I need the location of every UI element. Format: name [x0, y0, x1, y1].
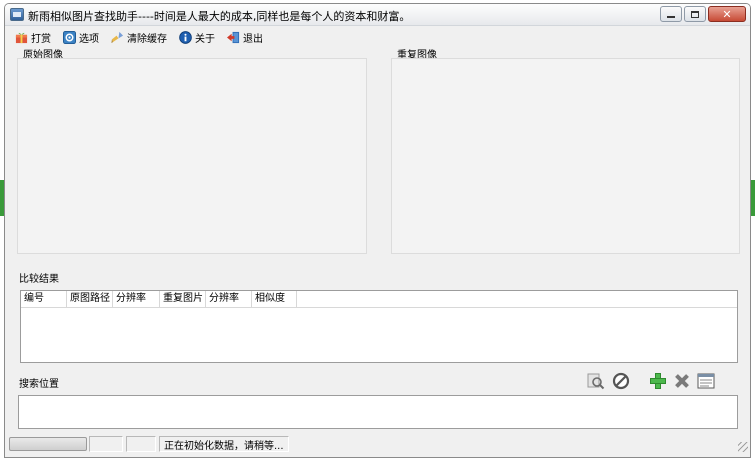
- column-header-original-path[interactable]: 原图路径: [67, 291, 113, 308]
- column-header-similarity[interactable]: 相似度: [252, 291, 297, 308]
- progress-bar: [9, 437, 87, 451]
- resize-grip[interactable]: [738, 442, 748, 452]
- close-button[interactable]: ✕: [708, 6, 746, 22]
- app-window-icon[interactable]: [10, 8, 24, 21]
- column-header-duplicate-image[interactable]: 重复图片: [160, 291, 206, 308]
- status-cell-1: [89, 436, 123, 452]
- column-header-duplicate-resolution[interactable]: 分辨率: [206, 291, 252, 308]
- tip-button[interactable]: 打赏: [15, 30, 51, 45]
- search-location-list[interactable]: [18, 395, 738, 429]
- results-label: 比较结果: [19, 274, 59, 285]
- delete-icon[interactable]: [673, 372, 691, 390]
- maximize-icon: [691, 10, 699, 18]
- results-table-header: 编号 原图路径 分辨率 重复图片 分辨率 相似度: [21, 291, 737, 308]
- window-controls: ✕: [660, 6, 746, 22]
- options-button[interactable]: 选项: [63, 30, 99, 45]
- broom-icon: [111, 31, 124, 43]
- info-icon: [179, 30, 192, 44]
- app-window: 新雨相似图片查找助手----时间是人最大的成本,同样也是每个人的资本和财富。 ✕…: [4, 3, 751, 458]
- search-location-label: 搜索位置: [19, 379, 59, 390]
- minimize-button[interactable]: [660, 6, 682, 22]
- close-icon: ✕: [722, 7, 732, 21]
- results-table[interactable]: 编号 原图路径 分辨率 重复图片 分辨率 相似度: [20, 290, 738, 363]
- duplicate-image-panel[interactable]: [391, 58, 740, 254]
- maximize-button[interactable]: [684, 6, 706, 22]
- clear-cache-label: 清除缓存: [127, 33, 167, 45]
- window-title: 新雨相似图片查找助手----时间是人最大的成本,同样也是每个人的资本和财富。: [28, 10, 411, 23]
- exit-button[interactable]: 退出: [227, 30, 263, 45]
- original-image-panel[interactable]: [17, 58, 367, 254]
- about-label: 关于: [195, 33, 215, 45]
- clear-cache-button[interactable]: 清除缓存: [111, 30, 167, 45]
- status-message: 正在初始化数据，请稍等...: [164, 440, 284, 452]
- toolbar: 打赏 选项 清除缓存 关于 退出: [15, 28, 263, 46]
- search-image-icon[interactable]: [587, 372, 605, 390]
- add-icon[interactable]: [649, 372, 667, 390]
- exit-door-icon: [227, 31, 240, 43]
- exit-label: 退出: [243, 33, 263, 45]
- tip-label: 打赏: [31, 33, 51, 45]
- folder-list-icon[interactable]: [697, 372, 715, 390]
- options-label: 选项: [79, 33, 99, 45]
- status-message-cell: 正在初始化数据，请稍等...: [159, 436, 289, 452]
- column-header-resolution[interactable]: 分辨率: [113, 291, 160, 308]
- column-header-id[interactable]: 编号: [21, 291, 67, 308]
- right-edge-strip: [751, 180, 755, 216]
- title-bar[interactable]: 新雨相似图片查找助手----时间是人最大的成本,同样也是每个人的资本和财富。 ✕: [5, 4, 750, 26]
- status-cell-2: [126, 436, 156, 452]
- minimize-icon: [667, 16, 675, 18]
- options-icon: [63, 30, 76, 44]
- stop-icon[interactable]: [612, 372, 630, 390]
- status-bar: 正在初始化数据，请稍等...: [5, 434, 750, 454]
- gift-icon: [15, 32, 28, 43]
- about-button[interactable]: 关于: [179, 30, 215, 45]
